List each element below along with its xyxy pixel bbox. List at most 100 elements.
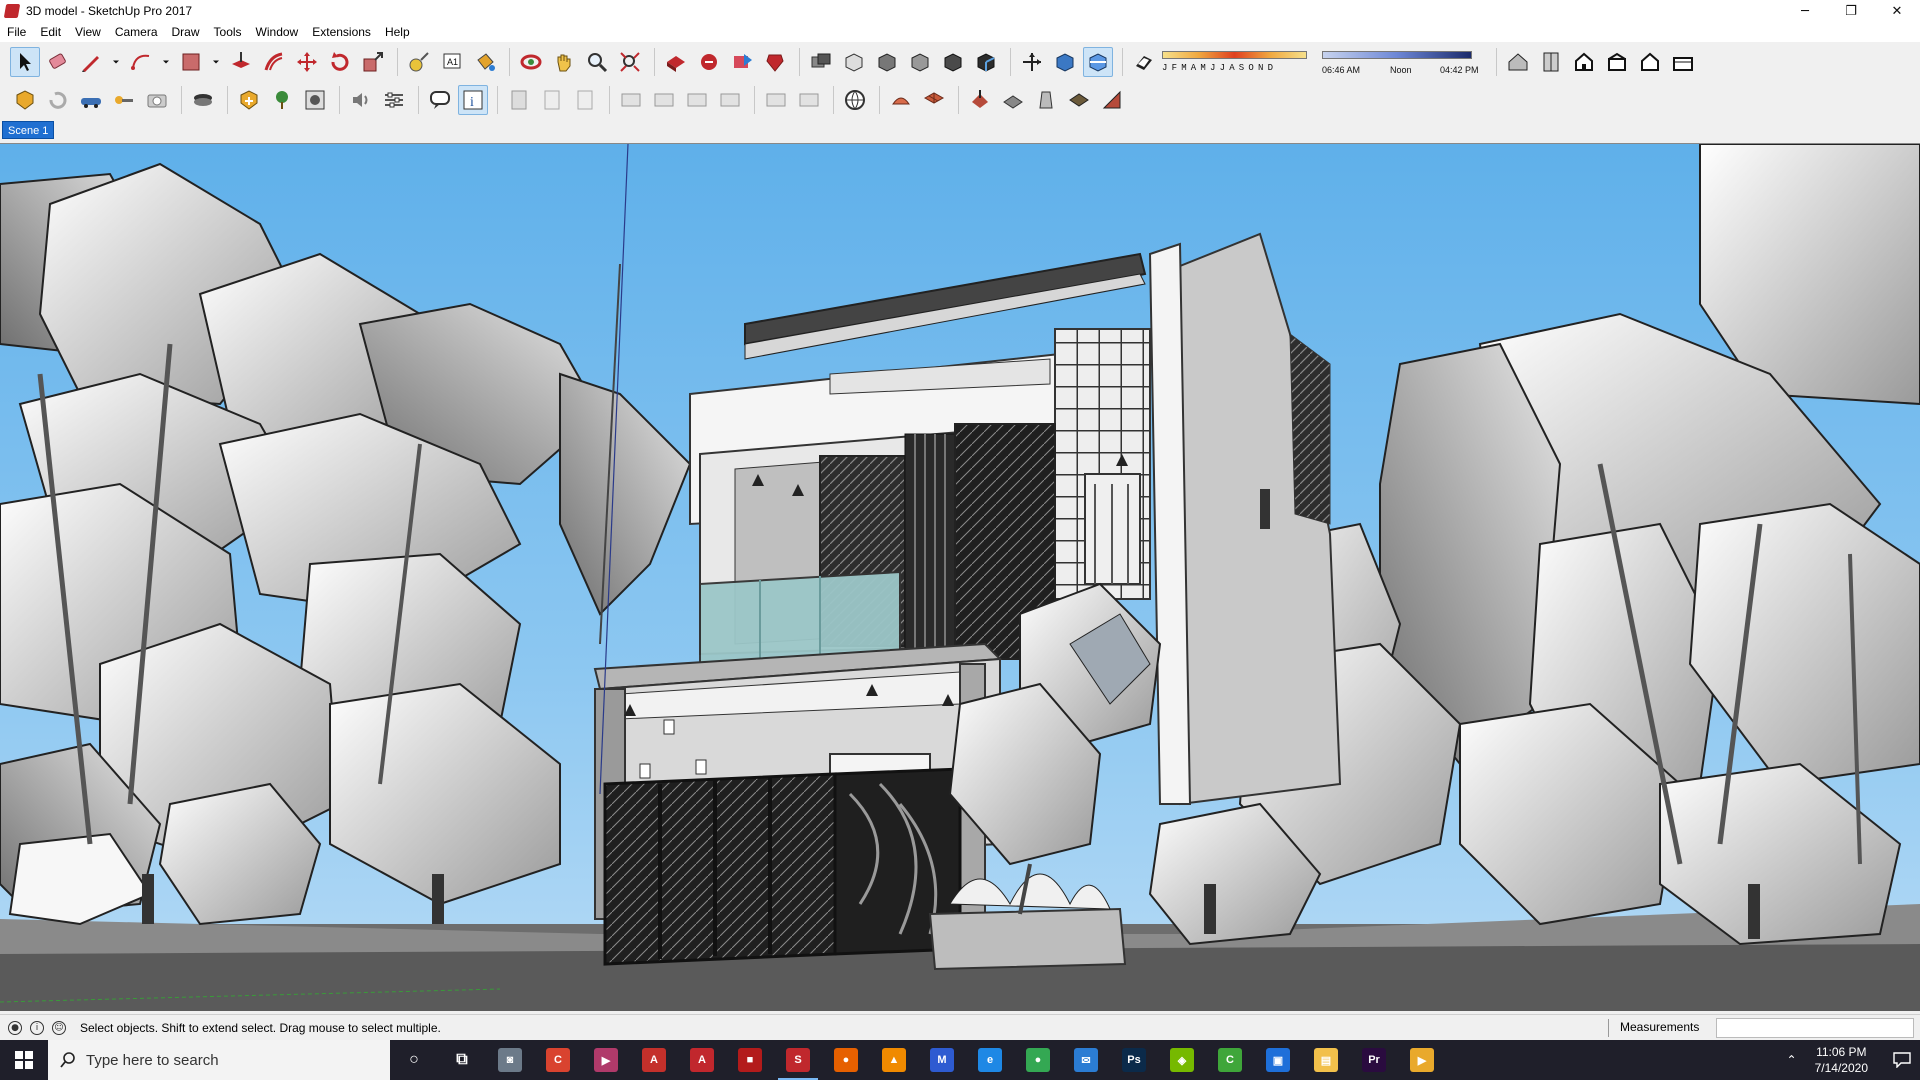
time-slider[interactable] [1322, 51, 1472, 59]
sandbox-from-scratch-button[interactable] [919, 85, 949, 115]
plugin-key-button[interactable] [109, 85, 139, 115]
tape-measure-button[interactable] [404, 47, 434, 77]
taskbar-app-chrome[interactable]: ● [1014, 1040, 1062, 1080]
layout-export-button[interactable] [504, 85, 534, 115]
comment-button[interactable] [425, 85, 455, 115]
menu-edit[interactable]: Edit [40, 25, 61, 39]
view-left-button[interactable] [1668, 47, 1698, 77]
grid-tool-4-button[interactable] [715, 85, 745, 115]
view-right-button[interactable] [1602, 47, 1632, 77]
scene-tab-1[interactable]: Scene 1 [2, 121, 55, 139]
make-component-button[interactable] [10, 85, 40, 115]
geo-location-button[interactable] [840, 85, 870, 115]
taskbar-app-mail[interactable]: ✉ [1062, 1040, 1110, 1080]
taskbar-app-red-app[interactable]: ■ [726, 1040, 774, 1080]
style-textured-button[interactable] [971, 47, 1001, 77]
taskbar-app-video-editor[interactable]: ▶ [582, 1040, 630, 1080]
section-plane-button[interactable] [1050, 47, 1080, 77]
taskbar-app-photoshop[interactable]: Ps [1110, 1040, 1158, 1080]
taskbar-app-sketchup[interactable]: S [774, 1040, 822, 1080]
camera-button[interactable] [142, 85, 172, 115]
shape-dropdown-button[interactable] [209, 47, 223, 77]
grid-tool-3-button[interactable] [682, 85, 712, 115]
add-detail-button[interactable] [1064, 85, 1094, 115]
taskbar-app-firefox[interactable]: ● [822, 1040, 870, 1080]
menu-window[interactable]: Window [256, 25, 299, 39]
taskbar-app-task-view[interactable]: ⧉ [438, 1040, 486, 1080]
tray-clock[interactable]: 11:06 PM 7/14/2020 [1815, 1044, 1868, 1076]
grid-tool-1-button[interactable] [616, 85, 646, 115]
taskbar-app-malwarebytes[interactable]: M [918, 1040, 966, 1080]
taskbar-app-cortana[interactable]: ○ [390, 1040, 438, 1080]
taskbar-app-acrobat[interactable]: A [630, 1040, 678, 1080]
grid-tool-5-button[interactable] [761, 85, 791, 115]
taskbar-app-media-player[interactable]: ▶ [1398, 1040, 1446, 1080]
menu-view[interactable]: View [75, 25, 101, 39]
taskbar-search-box[interactable]: Type here to search [48, 1040, 390, 1080]
share-model-button[interactable] [694, 47, 724, 77]
style-hidden-line-button[interactable] [905, 47, 935, 77]
view-iso-button[interactable] [1503, 47, 1533, 77]
paint-bucket-button[interactable] [470, 47, 500, 77]
taskbar-app-app-c[interactable]: C [534, 1040, 582, 1080]
style-xray-button[interactable] [839, 47, 869, 77]
menu-file[interactable]: File [7, 25, 26, 39]
credits-status-icon[interactable]: i [30, 1020, 44, 1035]
rectangle-tool-button[interactable] [176, 47, 206, 77]
restore-button[interactable]: ❐ [1828, 0, 1874, 22]
text-tool-button[interactable]: A1 [437, 47, 467, 77]
offset-tool-button[interactable] [259, 47, 289, 77]
menu-help[interactable]: Help [385, 25, 410, 39]
taskbar-app-autocad[interactable]: A [678, 1040, 726, 1080]
start-button[interactable] [0, 1040, 48, 1080]
pan-tool-button[interactable] [549, 47, 579, 77]
taskbar-app-vlc[interactable]: ▲ [870, 1040, 918, 1080]
select-tool-button[interactable] [10, 47, 40, 77]
model-viewport[interactable] [0, 143, 1920, 1011]
extension-warehouse-button[interactable] [760, 47, 790, 77]
notifications-button[interactable] [1884, 1040, 1920, 1080]
smoove-button[interactable] [965, 85, 995, 115]
orbit-tool-button[interactable] [516, 47, 546, 77]
display-section-button[interactable] [1083, 47, 1113, 77]
month-slider[interactable] [1162, 51, 1307, 59]
arc-dropdown-button[interactable] [159, 47, 173, 77]
zoom-tool-button[interactable] [582, 47, 612, 77]
taskbar-app-camtasia[interactable]: C [1206, 1040, 1254, 1080]
taskbar-app-store[interactable]: ▣ [1254, 1040, 1302, 1080]
share-component-button[interactable] [727, 47, 757, 77]
taskbar-app-file-explorer[interactable]: ▤ [1302, 1040, 1350, 1080]
taskbar-app-nvidia[interactable]: ◈ [1158, 1040, 1206, 1080]
flip-edge-button[interactable] [1097, 85, 1127, 115]
measurements-input[interactable] [1716, 1018, 1914, 1038]
render-settings-button[interactable] [300, 85, 330, 115]
grid-tool-2-button[interactable] [649, 85, 679, 115]
exe-export-button[interactable] [537, 85, 567, 115]
add-component-button[interactable] [234, 85, 264, 115]
eraser-tool-button[interactable] [43, 47, 73, 77]
scale-tool-button[interactable] [358, 47, 388, 77]
taskbar-app-camera[interactable]: ◙ [486, 1040, 534, 1080]
sandbox-from-contours-button[interactable] [886, 85, 916, 115]
options-button[interactable] [379, 85, 409, 115]
stamp-button[interactable] [998, 85, 1028, 115]
drape-button[interactable] [1031, 85, 1061, 115]
push-pull-tool-button[interactable] [226, 47, 256, 77]
menu-draw[interactable]: Draw [172, 25, 200, 39]
shadows-toggle-button[interactable] [1129, 47, 1159, 77]
grid-tool-6-button[interactable] [794, 85, 824, 115]
export-button[interactable] [76, 85, 106, 115]
view-front-button[interactable] [1569, 47, 1599, 77]
sound-button[interactable] [346, 85, 376, 115]
model-info-button[interactable]: i [458, 85, 488, 115]
rotate-tool-button[interactable] [325, 47, 355, 77]
style-shaded-button[interactable] [938, 47, 968, 77]
menu-camera[interactable]: Camera [115, 25, 158, 39]
disk-button[interactable] [188, 85, 218, 115]
style-wireframe-button[interactable] [872, 47, 902, 77]
layer-tool-button[interactable] [806, 47, 836, 77]
tray-chevron-up-icon[interactable]: ⌃ [1787, 1053, 1797, 1067]
taskbar-app-premiere[interactable]: Pr [1350, 1040, 1398, 1080]
arc-tool-button[interactable] [126, 47, 156, 77]
view-top-button[interactable] [1536, 47, 1566, 77]
